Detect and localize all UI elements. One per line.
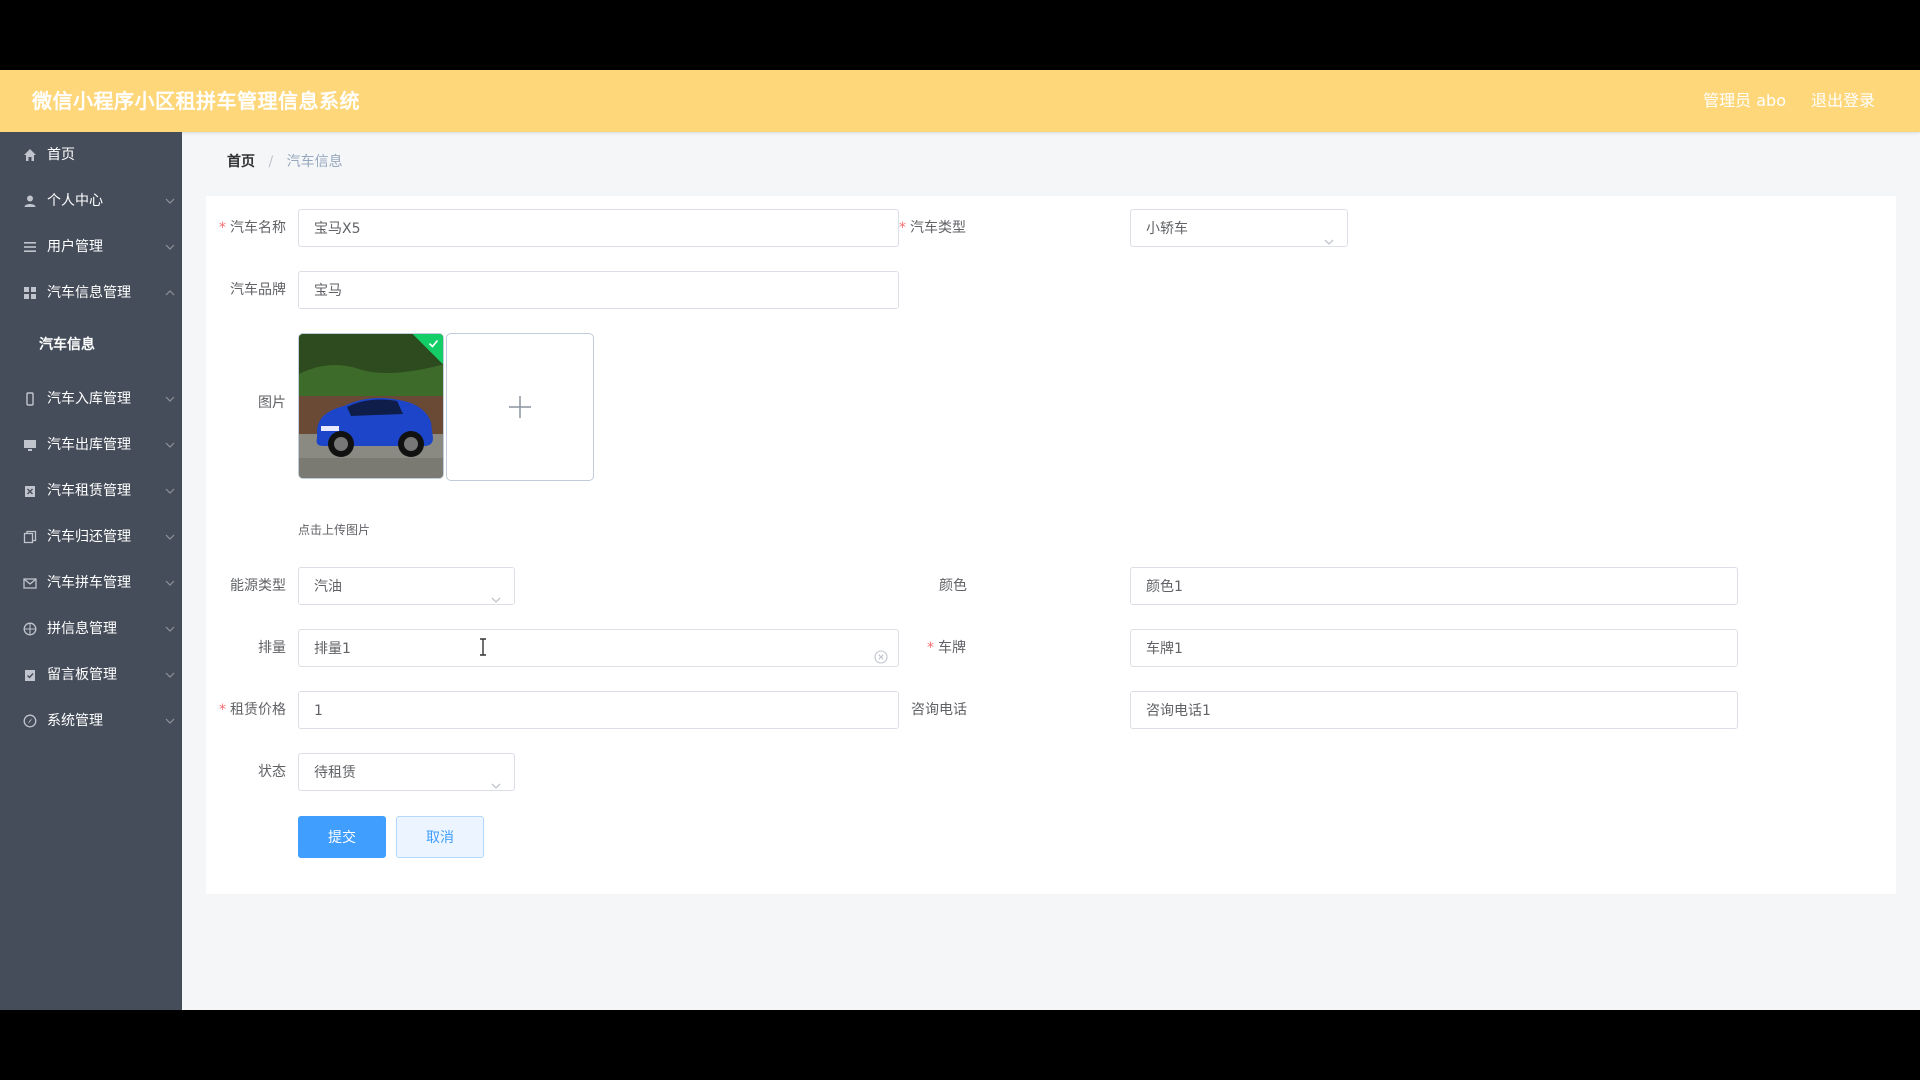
plus-icon (509, 396, 531, 418)
sidebar: 首页 个人中心 用户管理 汽车信息管理 汽车信息 汽车入库管理 汽车出库管理 汽… (0, 132, 182, 1010)
energy-label: 能源类型 (230, 578, 286, 594)
sidebar-item-label: 汽车租赁管理 (47, 483, 131, 499)
price-input[interactable]: 1 (298, 691, 899, 729)
chevron-down-icon (164, 669, 176, 681)
upload-tip: 点击上传图片 (298, 523, 371, 537)
globe-icon (22, 621, 38, 637)
sidebar-item-label: 留言板管理 (47, 667, 117, 683)
phone-label: 咨询电话 (911, 702, 967, 718)
sidebar-item-carpool[interactable]: 汽车拼车管理 (0, 560, 182, 606)
chevron-down-icon (490, 582, 502, 603)
sidebar-item-label: 系统管理 (47, 713, 103, 729)
color-input[interactable]: 颜色1 (1130, 567, 1738, 605)
app-screen: 微信小程序小区租拼车管理信息系统 管理员 abo 退出登录 首页 个人中心 用户… (0, 70, 1920, 1010)
car-type-value: 小轿车 (1146, 221, 1188, 237)
sidebar-item-car-info-management[interactable]: 汽车信息管理 (0, 270, 182, 316)
sidebar-item-car-inbound[interactable]: 汽车入库管理 (0, 376, 182, 422)
phone-input[interactable]: 咨询电话1 (1130, 691, 1738, 729)
sidebar-item-system[interactable]: 系统管理 (0, 698, 182, 744)
energy-value: 汽油 (314, 579, 342, 595)
sidebar-subitem-car-info[interactable]: 汽车信息 (0, 322, 182, 368)
logout-link[interactable]: 退出登录 (1811, 70, 1875, 132)
breadcrumb-current: 汽车信息 (286, 154, 343, 170)
form-card: * 汽车名称 宝马X5 * 汽车类型 小轿车 汽车品牌 宝马 图片 点击上传图片… (206, 196, 1896, 894)
car-brand-label: 汽车品牌 (230, 282, 286, 298)
home-icon (22, 147, 38, 163)
top-header: 微信小程序小区租拼车管理信息系统 管理员 abo 退出登录 (0, 70, 1920, 132)
chevron-down-icon (1323, 224, 1335, 245)
submit-button[interactable]: 提交 (298, 816, 386, 858)
sidebar-item-car-return[interactable]: 汽车归还管理 (0, 514, 182, 560)
breadcrumb-home[interactable]: 首页 (227, 154, 255, 170)
note-icon (22, 667, 38, 683)
grid-icon (22, 285, 38, 301)
current-user: 管理员 abo (1703, 91, 1786, 110)
sidebar-item-label: 首页 (47, 147, 75, 163)
breadcrumb-separator: / (268, 154, 274, 170)
monitor-icon (22, 437, 38, 453)
status-value: 待租赁 (314, 765, 356, 781)
compass-icon (22, 713, 38, 729)
displacement-input[interactable]: 排量1 (298, 629, 899, 667)
sidebar-item-label: 个人中心 (47, 193, 103, 209)
status-label: 状态 (258, 764, 286, 780)
chevron-down-icon (164, 485, 176, 497)
color-label: 颜色 (939, 578, 967, 594)
car-type-select[interactable]: 小轿车 (1130, 209, 1348, 247)
car-brand-input[interactable]: 宝马 (298, 271, 899, 309)
phone-icon (22, 391, 38, 407)
sidebar-item-label: 汽车出库管理 (47, 437, 131, 453)
sidebar-subitem-label: 汽车信息 (39, 337, 95, 353)
plate-input[interactable]: 车牌1 (1130, 629, 1738, 667)
sidebar-item-label: 汽车入库管理 (47, 391, 131, 407)
app-title: 微信小程序小区租拼车管理信息系统 (32, 89, 360, 113)
text-cursor-icon (478, 638, 488, 660)
sidebar-item-label: 汽车归还管理 (47, 529, 131, 545)
sidebar-item-car-rental[interactable]: 汽车租赁管理 (0, 468, 182, 514)
user-icon (22, 193, 38, 209)
list-icon (22, 239, 38, 255)
sidebar-item-label: 用户管理 (47, 239, 103, 255)
copy-icon (22, 529, 38, 545)
clipboard-icon (22, 483, 38, 499)
chevron-down-icon (164, 439, 176, 451)
cancel-button[interactable]: 取消 (396, 816, 484, 858)
breadcrumb: 首页 / 汽车信息 (227, 152, 343, 172)
sidebar-item-carpool-info[interactable]: 拼信息管理 (0, 606, 182, 652)
displacement-value: 排量1 (314, 641, 351, 657)
car-type-label: * 汽车类型 (899, 220, 966, 236)
displacement-label: 排量 (258, 640, 286, 656)
uploaded-car-image[interactable] (298, 333, 444, 479)
sidebar-item-personal-center[interactable]: 个人中心 (0, 178, 182, 224)
image-label: 图片 (258, 395, 286, 411)
upload-add-button[interactable] (446, 333, 594, 481)
chevron-down-icon (164, 531, 176, 543)
energy-select[interactable]: 汽油 (298, 567, 515, 605)
car-name-label: * 汽车名称 (219, 220, 286, 236)
status-select[interactable]: 待租赁 (298, 753, 515, 791)
sidebar-item-home[interactable]: 首页 (0, 132, 182, 178)
mail-icon (22, 575, 38, 591)
sidebar-item-user-management[interactable]: 用户管理 (0, 224, 182, 270)
chevron-down-icon (164, 195, 176, 207)
sidebar-item-label: 汽车信息管理 (47, 285, 131, 301)
sidebar-item-label: 拼信息管理 (47, 621, 117, 637)
sidebar-item-label: 汽车拼车管理 (47, 575, 131, 591)
car-name-input[interactable]: 宝马X5 (298, 209, 899, 247)
car-photo-icon (299, 334, 443, 478)
main-content: 首页 / 汽车信息 * 汽车名称 宝马X5 * 汽车类型 小轿车 汽车品牌 宝马 图… (182, 132, 1920, 1010)
sidebar-item-message-board[interactable]: 留言板管理 (0, 652, 182, 698)
price-label: * 租赁价格 (219, 702, 286, 718)
plate-label: * 车牌 (927, 640, 966, 656)
sidebar-item-car-outbound[interactable]: 汽车出库管理 (0, 422, 182, 468)
chevron-down-icon (490, 768, 502, 789)
